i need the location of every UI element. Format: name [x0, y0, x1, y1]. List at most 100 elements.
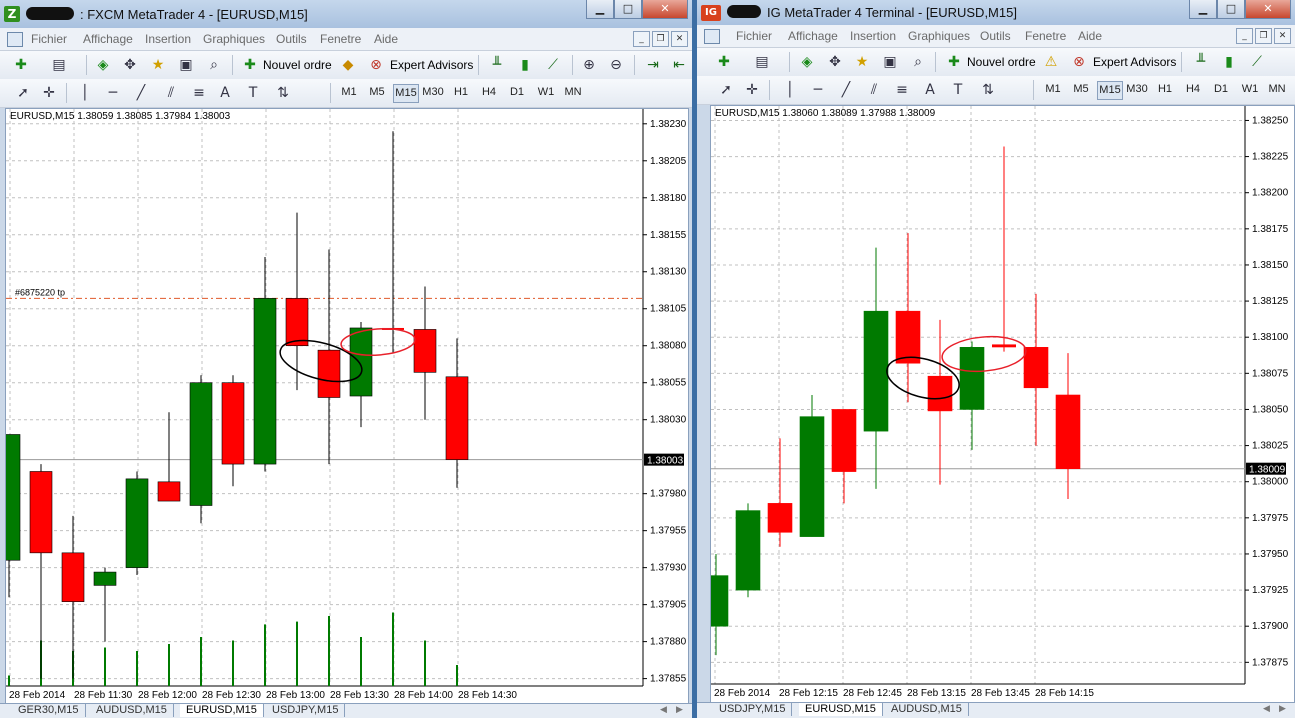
- tab-usdjpy[interactable]: USDJPY,M15: [713, 703, 793, 716]
- new-order-icon[interactable]: ✚: [945, 53, 963, 71]
- mdi-minimize-button[interactable]: _: [633, 31, 650, 47]
- menu-aide[interactable]: Aide: [1078, 29, 1102, 43]
- timeframe-mn[interactable]: MN: [1266, 81, 1288, 98]
- favorites-star-icon[interactable]: ★: [149, 56, 167, 74]
- equidistant-channel-icon[interactable]: ⫽: [162, 84, 180, 102]
- timeframe-w1[interactable]: W1: [535, 84, 557, 101]
- vertical-line-icon[interactable]: │: [76, 84, 94, 102]
- text-icon[interactable]: A: [216, 84, 234, 102]
- new-order-icon[interactable]: ✚: [241, 56, 259, 74]
- expert-advisors-button[interactable]: Expert Advisors: [390, 58, 473, 72]
- cursor-icon[interactable]: ➚: [717, 81, 735, 99]
- close-button[interactable]: ✕: [642, 0, 688, 19]
- timeframe-mn[interactable]: MN: [562, 84, 584, 101]
- new-order-button[interactable]: Nouvel ordre: [263, 58, 332, 72]
- terminal-icon[interactable]: ▣: [881, 53, 899, 71]
- mdi-restore-button[interactable]: ❐: [652, 31, 669, 47]
- tab-eurusd[interactable]: EURUSD,M15: [180, 704, 264, 717]
- mdi-close-button[interactable]: ✕: [1274, 28, 1291, 44]
- line-chart-icon[interactable]: ⟋: [1248, 53, 1266, 71]
- maximize-button[interactable]: □: [1217, 0, 1245, 19]
- chart-shift-icon[interactable]: ⇥: [644, 56, 662, 74]
- timeframe-w1[interactable]: W1: [1239, 81, 1261, 98]
- timeframe-h1[interactable]: H1: [1154, 81, 1176, 98]
- crosshair-icon[interactable]: ✛: [743, 81, 761, 99]
- timeframe-m30[interactable]: M30: [421, 84, 445, 101]
- minimize-button[interactable]: ▁: [1189, 0, 1217, 19]
- timeframe-m30[interactable]: M30: [1125, 81, 1149, 98]
- terminal-icon[interactable]: ▣: [177, 56, 195, 74]
- line-chart-icon[interactable]: ⟋: [544, 56, 562, 74]
- strategy-tester-icon[interactable]: ⌕: [205, 56, 223, 74]
- timeframe-d1[interactable]: D1: [1210, 81, 1232, 98]
- scroll-left-icon[interactable]: ◀: [660, 704, 667, 715]
- profiles-icon[interactable]: ▤: [50, 56, 68, 74]
- menu-fenetre[interactable]: Fenetre: [320, 32, 361, 46]
- fibonacci-icon[interactable]: ≡: [190, 84, 208, 102]
- menu-fichier[interactable]: Fichier: [31, 32, 67, 46]
- bar-chart-icon[interactable]: ╨: [488, 56, 506, 74]
- mdi-close-button[interactable]: ✕: [671, 31, 688, 47]
- fibonacci-icon[interactable]: ≡: [893, 81, 911, 99]
- timeframe-m5[interactable]: M5: [366, 84, 388, 101]
- expert-advisors-button[interactable]: Expert Advisors: [1093, 55, 1176, 69]
- chart-area[interactable]: 1.38250 1.38225 1.38200 1.38175 1.38150 1.381…: [710, 105, 1295, 703]
- market-watch-icon[interactable]: ◈: [798, 53, 816, 71]
- timeframe-h1[interactable]: H1: [450, 84, 472, 101]
- trendline-icon[interactable]: ╱: [132, 84, 150, 102]
- market-watch-icon[interactable]: ◈: [94, 56, 112, 74]
- document-icon[interactable]: [704, 29, 720, 44]
- menu-fichier[interactable]: Fichier: [736, 29, 772, 43]
- timeframe-h4[interactable]: H4: [478, 84, 500, 101]
- timeframe-m15[interactable]: M15: [1097, 81, 1123, 100]
- close-button[interactable]: ✕: [1245, 0, 1291, 19]
- title-bar[interactable]: IG IG MetaTrader 4 Terminal - [EURUSD,M1…: [697, 0, 1295, 25]
- profiles-icon[interactable]: ▤: [753, 53, 771, 71]
- new-chart-icon[interactable]: ✚: [12, 56, 30, 74]
- text-label-icon[interactable]: T: [949, 81, 967, 99]
- menu-fenetre[interactable]: Fenetre: [1025, 29, 1066, 43]
- crosshair-navigator-icon[interactable]: ✥: [121, 56, 139, 74]
- menu-insertion[interactable]: Insertion: [850, 29, 896, 43]
- mdi-minimize-button[interactable]: _: [1236, 28, 1253, 44]
- scroll-right-icon[interactable]: ▶: [1279, 703, 1286, 714]
- bar-chart-icon[interactable]: ╨: [1192, 53, 1210, 71]
- maximize-button[interactable]: □: [614, 0, 642, 19]
- tab-usdjpy[interactable]: USDJPY,M15: [266, 704, 346, 717]
- timeframe-m1[interactable]: M1: [338, 84, 360, 101]
- strategy-tester-icon[interactable]: ⌕: [909, 53, 927, 71]
- expert-advisors-icon[interactable]: ⊗: [367, 56, 385, 74]
- timeframe-m15[interactable]: M15: [393, 84, 419, 103]
- new-chart-icon[interactable]: ✚: [715, 53, 733, 71]
- text-label-icon[interactable]: T: [244, 84, 262, 102]
- horizontal-line-icon[interactable]: ─: [809, 81, 827, 99]
- text-icon[interactable]: A: [921, 81, 939, 99]
- menu-affichage[interactable]: Affichage: [788, 29, 838, 43]
- vertical-line-icon[interactable]: │: [781, 81, 799, 99]
- minimize-button[interactable]: ▁: [586, 0, 614, 19]
- document-icon[interactable]: [7, 32, 23, 47]
- scroll-left-icon[interactable]: ◀: [1263, 703, 1270, 714]
- tab-eurusd[interactable]: EURUSD,M15: [799, 703, 883, 716]
- tab-audusd[interactable]: AUDUSD,M15: [885, 703, 969, 716]
- candlestick-icon[interactable]: ▮: [516, 56, 534, 74]
- equidistant-channel-icon[interactable]: ⫽: [865, 81, 883, 99]
- tab-audusd[interactable]: AUDUSD,M15: [90, 704, 174, 717]
- crosshair-navigator-icon[interactable]: ✥: [826, 53, 844, 71]
- metaeditor-icon[interactable]: ◆: [339, 56, 357, 74]
- menu-graphiques[interactable]: Graphiques: [908, 29, 970, 43]
- timeframe-d1[interactable]: D1: [506, 84, 528, 101]
- mdi-restore-button[interactable]: ❐: [1255, 28, 1272, 44]
- menu-graphiques[interactable]: Graphiques: [203, 32, 265, 46]
- menu-aide[interactable]: Aide: [374, 32, 398, 46]
- timeframe-m1[interactable]: M1: [1042, 81, 1064, 98]
- candlestick-icon[interactable]: ▮: [1220, 53, 1238, 71]
- expert-advisors-icon[interactable]: ⊗: [1070, 53, 1088, 71]
- tab-ger30[interactable]: GER30,M15: [12, 704, 86, 717]
- menu-outils[interactable]: Outils: [980, 29, 1011, 43]
- horizontal-line-icon[interactable]: ─: [104, 84, 122, 102]
- menu-insertion[interactable]: Insertion: [145, 32, 191, 46]
- timeframe-h4[interactable]: H4: [1182, 81, 1204, 98]
- arrows-icon[interactable]: ⇅: [274, 84, 292, 102]
- trendline-icon[interactable]: ╱: [837, 81, 855, 99]
